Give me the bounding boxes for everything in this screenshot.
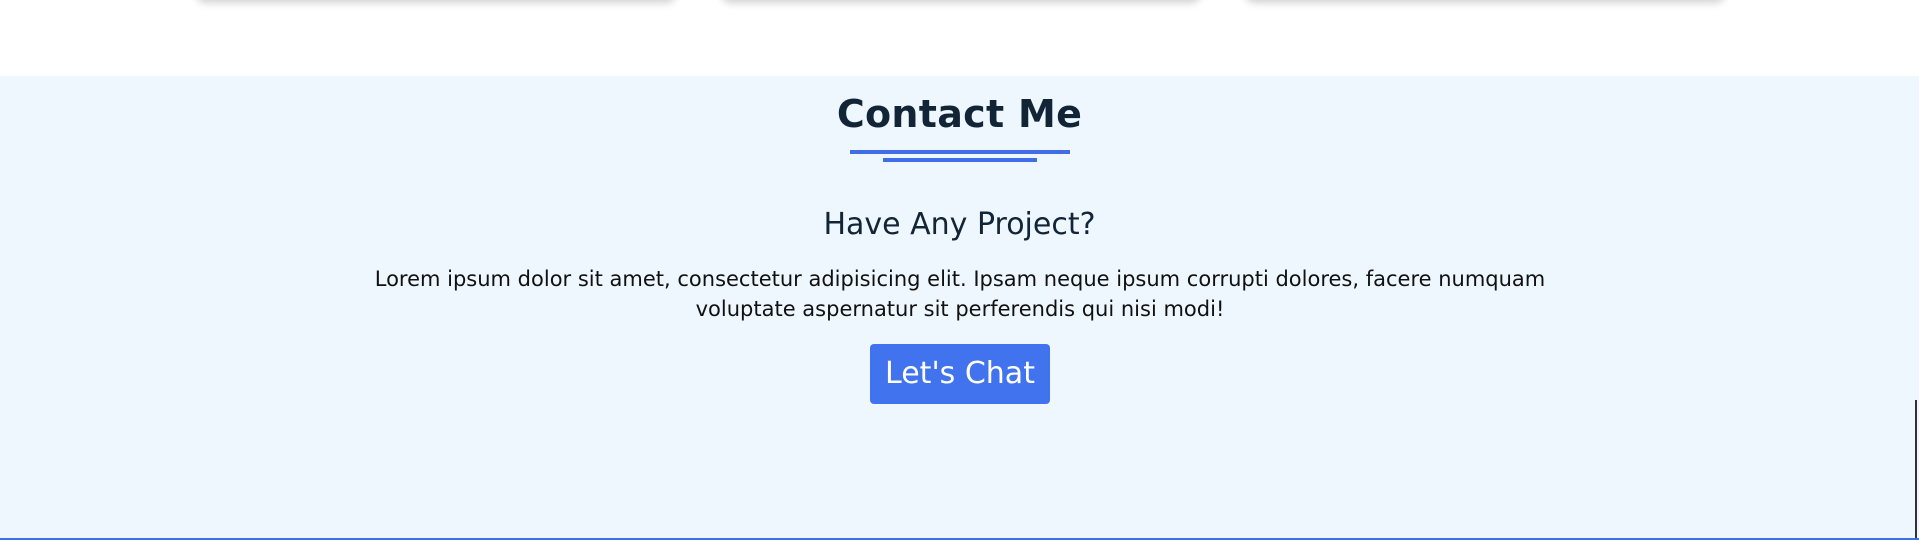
contact-description: Lorem ipsum dolor sit amet, consectetur … [374, 267, 1546, 321]
services-section-bottom [0, 0, 1919, 76]
title-underline-short [883, 158, 1037, 162]
section-title: Contact Me [836, 92, 1083, 136]
title-underline [850, 150, 1070, 154]
contact-subtitle: Have Any Project? [823, 207, 1096, 242]
page: Contact Me Have Any Project? Lorem ipsum… [0, 0, 1919, 540]
lets-chat-button[interactable]: Let's Chat [870, 344, 1050, 404]
scrollbar-thumb[interactable] [1915, 400, 1917, 538]
